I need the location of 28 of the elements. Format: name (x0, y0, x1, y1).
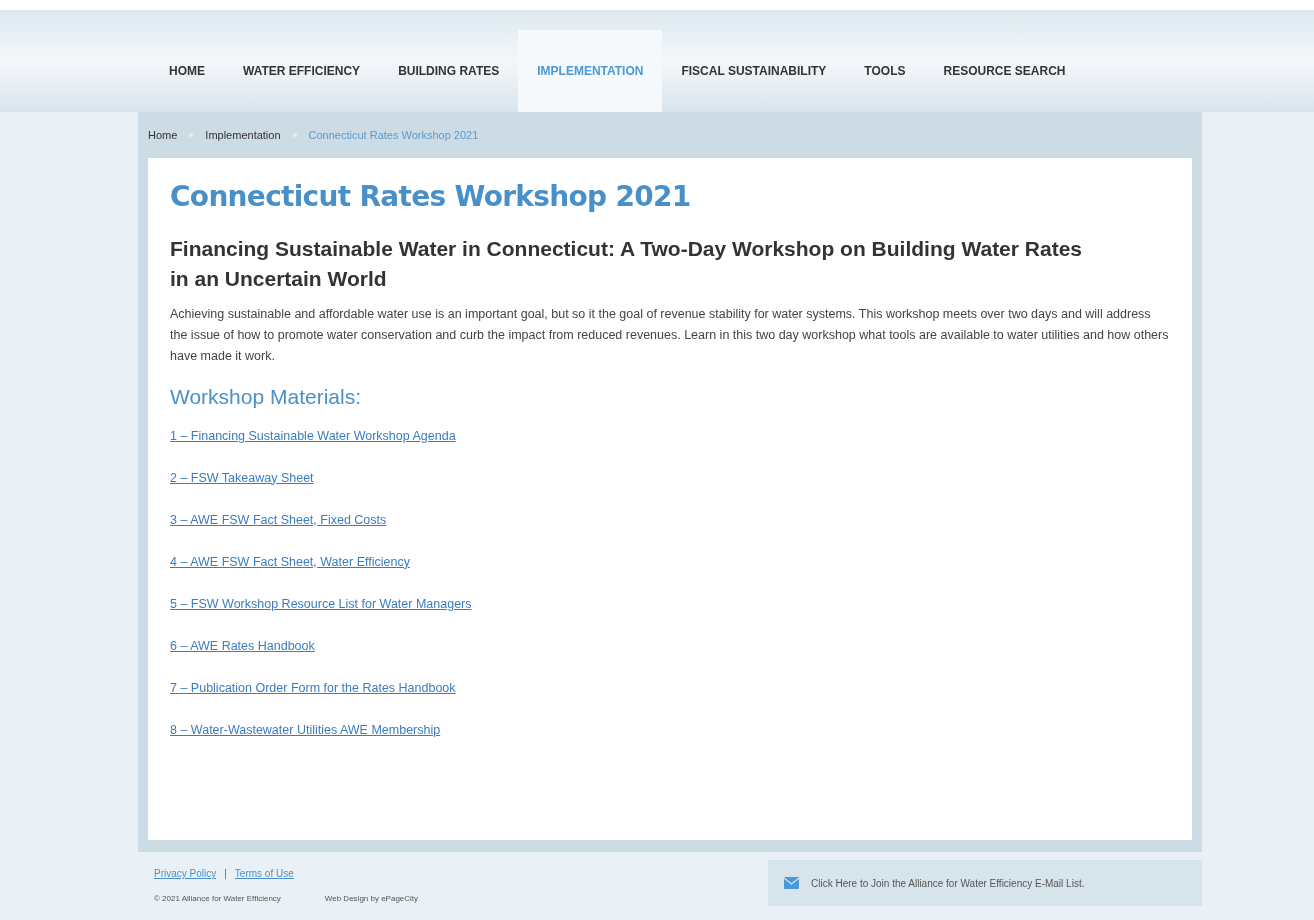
breadcrumb-link[interactable]: Implementation (205, 126, 281, 144)
section-heading: Workshop Materials: (170, 384, 362, 410)
link-separator: | (224, 867, 227, 881)
material-link[interactable]: 6 – AWE Rates Handbook (170, 638, 315, 653)
page-title: Connecticut Rates Workshop 2021 (170, 179, 692, 215)
nav-tab[interactable]: BUILDING RATES (379, 30, 519, 112)
intro-paragraph: Achieving sustainable and affordable water use is an important goal, but so it the goal of revenue stability for water systems. This workshop meets over two days and will address the issue of how to promote water conservation and curb the impact from reduced revenues. Learn in this two day workshop what tools are available to water utilities and how others have made it work. (170, 306, 1170, 365)
nav-tab[interactable]: IMPLEMENTATION (518, 30, 663, 112)
material-link[interactable]: 3 – AWE FSW Fact Sheet, Fixed Costs (170, 512, 387, 527)
material-link[interactable]: 7 – Publication Order Form for the Rates Handbook (170, 680, 456, 695)
material-link[interactable]: 5 – FSW Workshop Resource List for Water Managers (170, 596, 472, 611)
terms-of-use-link[interactable]: Terms of Use (234, 866, 294, 881)
nav-tab[interactable]: WATER EFFICIENCY (224, 30, 380, 112)
copyright-text: © 2021 Alliance for Water Efficiency (154, 893, 281, 905)
material-link[interactable]: 2 – FSW Takeaway Sheet (170, 470, 314, 485)
breadcrumb-link[interactable]: Home (148, 126, 178, 144)
page-subtitle: Financing Sustainable Water in Connecticut: A Two-Day Workshop on Building Water Rates in an Uncertain World (170, 236, 1083, 292)
credit-text: Web Design by ePageCity (324, 893, 419, 905)
material-link[interactable]: 1 – Financing Sustainable Water Workshop Agenda (170, 428, 456, 443)
nav-tab[interactable]: RESOURCE SEARCH (924, 30, 1085, 112)
material-link[interactable]: 8 – Water-Wastewater Utilities AWE Membership (170, 722, 441, 737)
nav-tab[interactable]: FISCAL SUSTAINABILITY (662, 30, 846, 112)
nav-tab[interactable]: HOME (150, 30, 224, 112)
privacy-policy-link[interactable]: Privacy Policy (154, 866, 217, 881)
envelope-icon (784, 877, 799, 889)
email-signup-button[interactable]: Click Here to Join the Alliance for Water Efficiency E-Mail List. (768, 860, 1202, 906)
nav-tab[interactable]: TOOLS (845, 30, 925, 112)
material-link[interactable]: 4 – AWE FSW Fact Sheet, Water Efficiency (170, 554, 410, 569)
